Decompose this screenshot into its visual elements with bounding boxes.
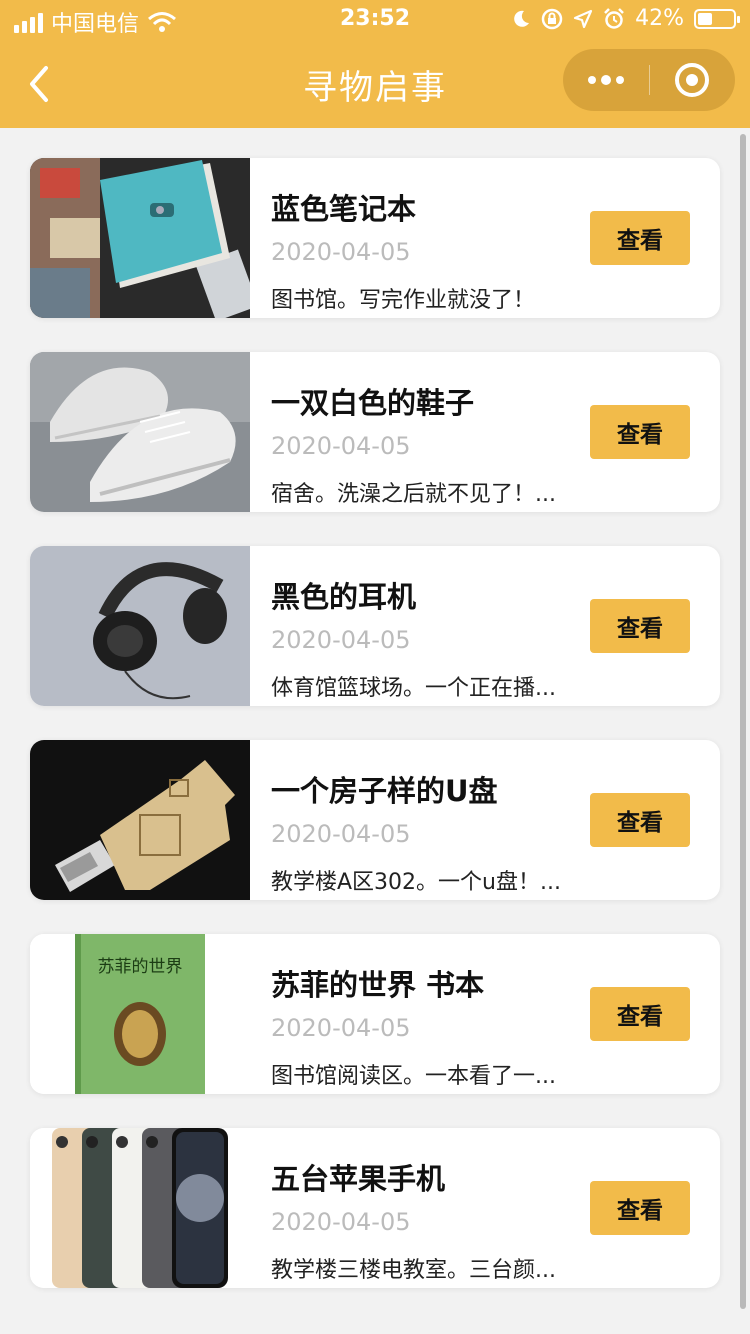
view-button[interactable]: 查看 <box>590 987 690 1041</box>
item-date: 2020-04-05 <box>271 1208 411 1236</box>
list-item[interactable]: 苏菲的世界 苏菲的世界 书本 2020-04-05 图书馆阅读区。一本看了一..… <box>30 934 720 1094</box>
item-info: 五台苹果手机 2020-04-05 教学楼三楼电教室。三台颜... <box>271 1128 591 1288</box>
list-item[interactable]: 一个房子样的U盘 2020-04-05 教学楼A区302。一个u盘！... 查看 <box>30 740 720 900</box>
location-icon <box>573 9 593 28</box>
item-name: 一双白色的鞋子 <box>271 386 475 420</box>
book-image: 苏菲的世界 <box>30 934 250 1094</box>
item-description: 图书馆阅读区。一本看了一... <box>271 1064 556 1089</box>
moon-icon <box>514 10 530 27</box>
item-description: 体育馆篮球场。一个正在播... <box>271 676 556 701</box>
item-date: 2020-04-05 <box>271 238 411 266</box>
lost-item-list: 蓝色笔记本 2020-04-05 图书馆。写完作业就没了！ 查看 一双白色的鞋子… <box>30 158 720 1322</box>
item-info: 黑色的耳机 2020-04-05 体育馆篮球场。一个正在播... <box>271 546 591 706</box>
more-dots-icon <box>601 75 611 85</box>
item-description: 教学楼三楼电教室。三台颜... <box>271 1258 556 1283</box>
item-info: 一个房子样的U盘 2020-04-05 教学楼A区302。一个u盘！... <box>271 740 591 900</box>
item-description: 教学楼A区302。一个u盘！... <box>271 870 561 895</box>
item-date: 2020-04-05 <box>271 432 411 460</box>
scrollbar[interactable] <box>740 134 746 1309</box>
more-dots-icon <box>616 76 624 84</box>
headphones-image <box>30 546 250 706</box>
list-item[interactable]: 一双白色的鞋子 2020-04-05 宿舍。洗澡之后就不见了！... 查看 <box>30 352 720 512</box>
item-name: 苏菲的世界 书本 <box>271 968 485 1002</box>
capsule-menu <box>563 49 735 111</box>
item-name: 蓝色笔记本 <box>271 192 417 226</box>
list-item[interactable]: 五台苹果手机 2020-04-05 教学楼三楼电教室。三台颜... 查看 <box>30 1128 720 1288</box>
item-date: 2020-04-05 <box>271 1014 411 1042</box>
status-bar: 中国电信 23:52 42% <box>0 0 750 40</box>
battery-percent: 42% <box>635 6 684 31</box>
battery-icon <box>694 8 740 29</box>
item-name: 一个房子样的U盘 <box>271 774 498 808</box>
close-miniprogram-button[interactable] <box>649 49 735 111</box>
item-description: 宿舍。洗澡之后就不见了！... <box>271 482 556 507</box>
battery-level <box>698 12 713 25</box>
item-info: 苏菲的世界 书本 2020-04-05 图书馆阅读区。一本看了一... <box>271 934 591 1094</box>
view-button[interactable]: 查看 <box>590 793 690 847</box>
item-date: 2020-04-05 <box>271 626 411 654</box>
target-circle-icon <box>675 63 709 97</box>
notebook-image <box>30 158 250 318</box>
sneakers-image <box>30 352 250 512</box>
header-bar: 中国电信 23:52 42% 寻物启事 <box>0 0 750 128</box>
item-date: 2020-04-05 <box>271 820 411 848</box>
status-right: 42% <box>511 6 740 31</box>
item-name: 五台苹果手机 <box>271 1162 446 1196</box>
view-button[interactable]: 查看 <box>590 211 690 265</box>
list-item[interactable]: 蓝色笔记本 2020-04-05 图书馆。写完作业就没了！ 查看 <box>30 158 720 318</box>
list-item[interactable]: 黑色的耳机 2020-04-05 体育馆篮球场。一个正在播... 查看 <box>30 546 720 706</box>
item-info: 蓝色笔记本 2020-04-05 图书馆。写完作业就没了！ <box>271 158 591 318</box>
view-button[interactable]: 查看 <box>590 405 690 459</box>
item-name: 黑色的耳机 <box>271 580 417 614</box>
more-button[interactable] <box>563 49 649 111</box>
view-button[interactable]: 查看 <box>590 599 690 653</box>
item-description: 图书馆。写完作业就没了！ <box>271 288 536 313</box>
rotation-lock-icon <box>541 8 563 29</box>
navigation-bar: 寻物启事 <box>0 40 750 128</box>
item-info: 一双白色的鞋子 2020-04-05 宿舍。洗澡之后就不见了！... <box>271 352 591 512</box>
book-cover-title: 苏菲的世界 <box>98 957 183 977</box>
alarm-icon <box>604 7 624 29</box>
phones-image <box>30 1128 250 1288</box>
more-dots-icon <box>588 76 596 84</box>
view-button[interactable]: 查看 <box>590 1181 690 1235</box>
usb-drive-image <box>30 740 250 900</box>
